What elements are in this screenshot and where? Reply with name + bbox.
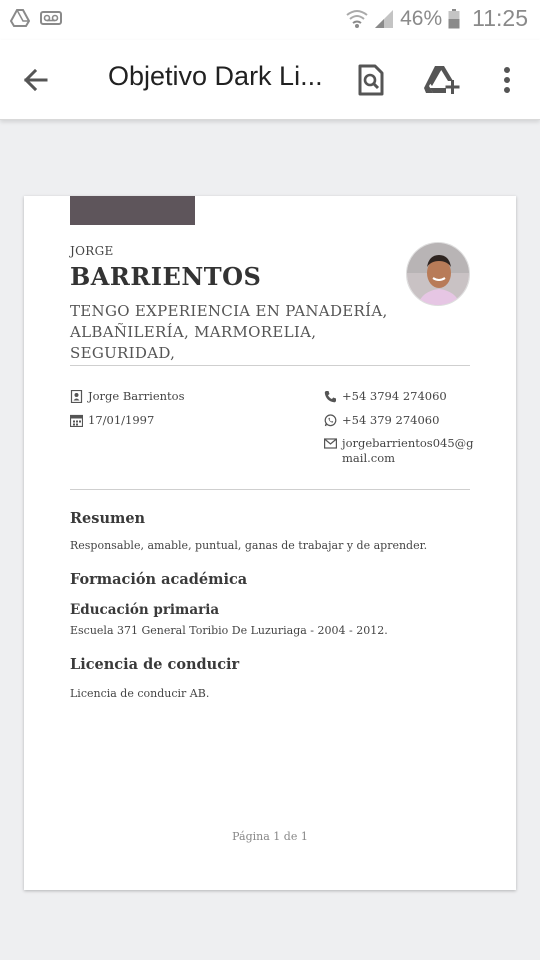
divider (70, 365, 470, 366)
contact-name: Jorge Barrientos (70, 389, 185, 404)
profile-photo (406, 242, 470, 306)
birthdate-text: 17/01/1997 (88, 413, 155, 427)
contact-name-text: Jorge Barrientos (88, 389, 185, 403)
person-card-icon (70, 390, 83, 403)
drive-icon (10, 9, 30, 27)
contact-whatsapp: +54 379 274060 (324, 413, 439, 428)
email-text: jorgebarrientos045@g mail.com (342, 436, 474, 466)
app-bar: Objetivo Dark Li... (0, 40, 540, 120)
status-bar: 46% 11:25 (0, 0, 540, 40)
wifi-icon (346, 9, 368, 29)
calendar-icon (70, 414, 83, 427)
mail-icon (324, 438, 337, 449)
document-title: Objetivo Dark Li... (108, 61, 323, 91)
clock: 11:25 (472, 5, 528, 31)
voicemail-icon (40, 11, 62, 25)
last-name: BARRIENTOS (70, 262, 262, 291)
whatsapp-text: +54 379 274060 (342, 413, 440, 427)
signal-icon (374, 9, 394, 29)
first-name: JORGE (70, 244, 114, 258)
headline: TENGO EXPERIENCIA EN PANADERÍA, ALBAÑILE… (70, 301, 400, 364)
find-in-page-icon[interactable] (351, 60, 391, 100)
whatsapp-icon (324, 414, 337, 427)
email-line-1: jorgebarrientos045@g (342, 436, 474, 450)
back-arrow-icon[interactable] (20, 64, 52, 96)
summary-title: Resumen (70, 510, 146, 527)
headline-line-1: TENGO EXPERIENCIA EN PANADERÍA, (70, 302, 388, 320)
header-accent-bar (70, 196, 195, 225)
education-subtitle: Educación primaria (70, 602, 220, 618)
contact-email: jorgebarrientos045@g mail.com (324, 436, 474, 466)
summary-text: Responsable, amable, puntual, ganas de t… (70, 539, 428, 552)
phone-text: +54 3794 274060 (342, 389, 447, 403)
phone-icon (324, 391, 336, 403)
headline-line-2: ALBAÑILERÍA, MARMORELIA, SEGURIDAD, (70, 323, 317, 362)
education-title: Formación académica (70, 571, 248, 588)
more-vert-icon[interactable] (487, 60, 527, 100)
battery-percent: 46% (400, 6, 443, 30)
contact-birthdate: 17/01/1997 (70, 413, 154, 428)
document-page: JORGE BARRIENTOS TENGO EXPERIENCIA EN PA… (24, 196, 516, 890)
battery-icon (448, 8, 460, 29)
education-text: Escuela 371 General Toribio De Luzuriaga… (70, 624, 388, 637)
page-number: Página 1 de 1 (232, 830, 308, 843)
contact-phone: +54 3794 274060 (324, 389, 447, 404)
license-text: Licencia de conducir AB. (70, 687, 210, 700)
divider (70, 489, 470, 490)
add-to-drive-icon[interactable] (423, 60, 463, 100)
license-title: Licencia de conducir (70, 656, 240, 673)
email-line-2: mail.com (342, 451, 396, 465)
